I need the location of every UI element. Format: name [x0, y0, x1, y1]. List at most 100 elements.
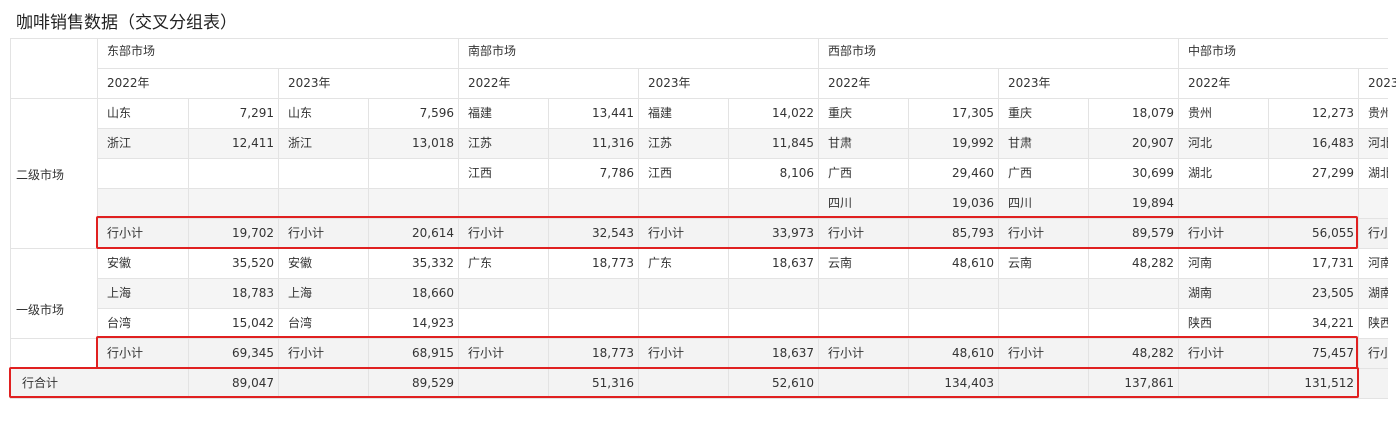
value-cell[interactable]: 18,773 — [548, 338, 638, 368]
region-cell[interactable]: 四川 — [818, 188, 908, 218]
value-cell[interactable]: 23,505 — [1268, 278, 1358, 308]
value-cell[interactable]: 19,702 — [188, 218, 278, 248]
grand-total-value[interactable]: 134,403 — [908, 368, 998, 398]
region-cell[interactable] — [638, 278, 728, 308]
year-header[interactable]: 2022年 — [97, 68, 277, 98]
value-cell[interactable]: 7,596 — [368, 98, 458, 128]
region-cell[interactable]: 江苏 — [458, 128, 548, 158]
region-cell[interactable]: 陕西 — [1358, 308, 1388, 338]
region-cell[interactable]: 河北 — [1358, 128, 1388, 158]
region-cell[interactable]: 甘肃 — [818, 128, 908, 158]
region-cell[interactable]: 行小计 — [638, 218, 728, 248]
value-cell[interactable]: 15,042 — [188, 308, 278, 338]
value-cell[interactable] — [368, 158, 458, 188]
region-cell[interactable] — [638, 308, 728, 338]
value-cell[interactable]: 30,699 — [1088, 158, 1178, 188]
value-cell[interactable]: 19,894 — [1088, 188, 1178, 218]
value-cell[interactable]: 11,316 — [548, 128, 638, 158]
region-cell[interactable]: 贵州 — [1358, 98, 1388, 128]
year-header[interactable]: 2023年 — [278, 68, 458, 98]
region-cell[interactable]: 浙江 — [278, 128, 368, 158]
value-cell[interactable] — [188, 188, 278, 218]
region-cell[interactable] — [1358, 188, 1388, 218]
region-cell[interactable]: 湖北 — [1358, 158, 1388, 188]
region-cell[interactable] — [638, 188, 728, 218]
region-cell[interactable]: 福建 — [458, 98, 548, 128]
region-cell[interactable]: 行小计 — [998, 338, 1088, 368]
region-cell[interactable]: 湖南 — [1178, 278, 1268, 308]
value-cell[interactable]: 19,036 — [908, 188, 998, 218]
region-cell[interactable]: 四川 — [998, 188, 1088, 218]
region-cell[interactable] — [998, 278, 1088, 308]
region-cell[interactable] — [1178, 188, 1268, 218]
value-cell[interactable]: 85,793 — [908, 218, 998, 248]
value-cell[interactable]: 14,923 — [368, 308, 458, 338]
value-cell[interactable] — [1088, 278, 1178, 308]
region-cell[interactable]: 重庆 — [818, 98, 908, 128]
year-header[interactable]: 2023年 — [1358, 68, 1396, 98]
value-cell[interactable] — [908, 278, 998, 308]
year-header[interactable]: 2023年 — [998, 68, 1178, 98]
region-cell[interactable]: 安徽 — [278, 248, 368, 278]
region-cell[interactable]: 广西 — [998, 158, 1088, 188]
region-cell[interactable]: 行小计 — [278, 218, 368, 248]
region-cell[interactable]: 行小计 — [458, 338, 548, 368]
value-cell[interactable]: 18,637 — [728, 338, 818, 368]
value-cell[interactable]: 75,457 — [1268, 338, 1358, 368]
value-cell[interactable]: 12,411 — [188, 128, 278, 158]
value-cell[interactable]: 48,610 — [908, 338, 998, 368]
value-cell[interactable] — [368, 188, 458, 218]
region-cell[interactable]: 台湾 — [278, 308, 368, 338]
grand-total-value[interactable]: 137,861 — [1088, 368, 1178, 398]
region-cell[interactable]: 上海 — [97, 278, 188, 308]
region-cell[interactable]: 福建 — [638, 98, 728, 128]
region-cell[interactable] — [818, 308, 908, 338]
region-cell[interactable] — [998, 308, 1088, 338]
value-cell[interactable]: 89,579 — [1088, 218, 1178, 248]
value-cell[interactable]: 69,345 — [188, 338, 278, 368]
value-cell[interactable] — [548, 188, 638, 218]
region-cell[interactable]: 河北 — [1178, 128, 1268, 158]
value-cell[interactable]: 48,610 — [908, 248, 998, 278]
value-cell[interactable]: 13,018 — [368, 128, 458, 158]
value-cell[interactable] — [728, 278, 818, 308]
value-cell[interactable] — [728, 188, 818, 218]
year-header[interactable]: 2023年 — [638, 68, 818, 98]
year-header[interactable]: 2022年 — [1178, 68, 1358, 98]
region-cell[interactable]: 行小计 — [1178, 338, 1268, 368]
region-cell[interactable]: 云南 — [998, 248, 1088, 278]
row-group-secondary[interactable]: 二级市场 — [16, 166, 64, 183]
region-cell[interactable] — [818, 278, 908, 308]
region-cell[interactable]: 广东 — [638, 248, 728, 278]
value-cell[interactable]: 35,520 — [188, 248, 278, 278]
market-header[interactable]: 中部市场 — [1178, 36, 1396, 66]
region-cell[interactable] — [278, 158, 368, 188]
value-cell[interactable] — [548, 308, 638, 338]
value-cell[interactable] — [1268, 188, 1358, 218]
grand-total-value[interactable]: 89,047 — [188, 368, 278, 398]
region-cell[interactable]: 河南 — [1358, 248, 1388, 278]
value-cell[interactable] — [908, 308, 998, 338]
value-cell[interactable]: 18,079 — [1088, 98, 1178, 128]
value-cell[interactable]: 18,637 — [728, 248, 818, 278]
region-cell[interactable]: 行小计 — [458, 218, 548, 248]
region-cell[interactable]: 江苏 — [638, 128, 728, 158]
region-cell[interactable] — [458, 188, 548, 218]
value-cell[interactable] — [548, 278, 638, 308]
region-cell[interactable]: 湖北 — [1178, 158, 1268, 188]
value-cell[interactable]: 19,992 — [908, 128, 998, 158]
value-cell[interactable]: 13,441 — [548, 98, 638, 128]
region-cell[interactable] — [97, 188, 188, 218]
value-cell[interactable]: 68,915 — [368, 338, 458, 368]
region-cell[interactable]: 湖南 — [1358, 278, 1388, 308]
region-cell[interactable]: 行小计 — [638, 338, 728, 368]
market-header[interactable]: 东部市场 — [97, 36, 457, 66]
value-cell[interactable]: 12,273 — [1268, 98, 1358, 128]
region-cell[interactable]: 行小计 — [818, 338, 908, 368]
value-cell[interactable]: 20,614 — [368, 218, 458, 248]
grand-total-value[interactable]: 89,529 — [368, 368, 458, 398]
value-cell[interactable]: 29,460 — [908, 158, 998, 188]
value-cell[interactable]: 8,106 — [728, 158, 818, 188]
grand-total-value[interactable]: 52,610 — [728, 368, 818, 398]
value-cell[interactable]: 17,305 — [908, 98, 998, 128]
